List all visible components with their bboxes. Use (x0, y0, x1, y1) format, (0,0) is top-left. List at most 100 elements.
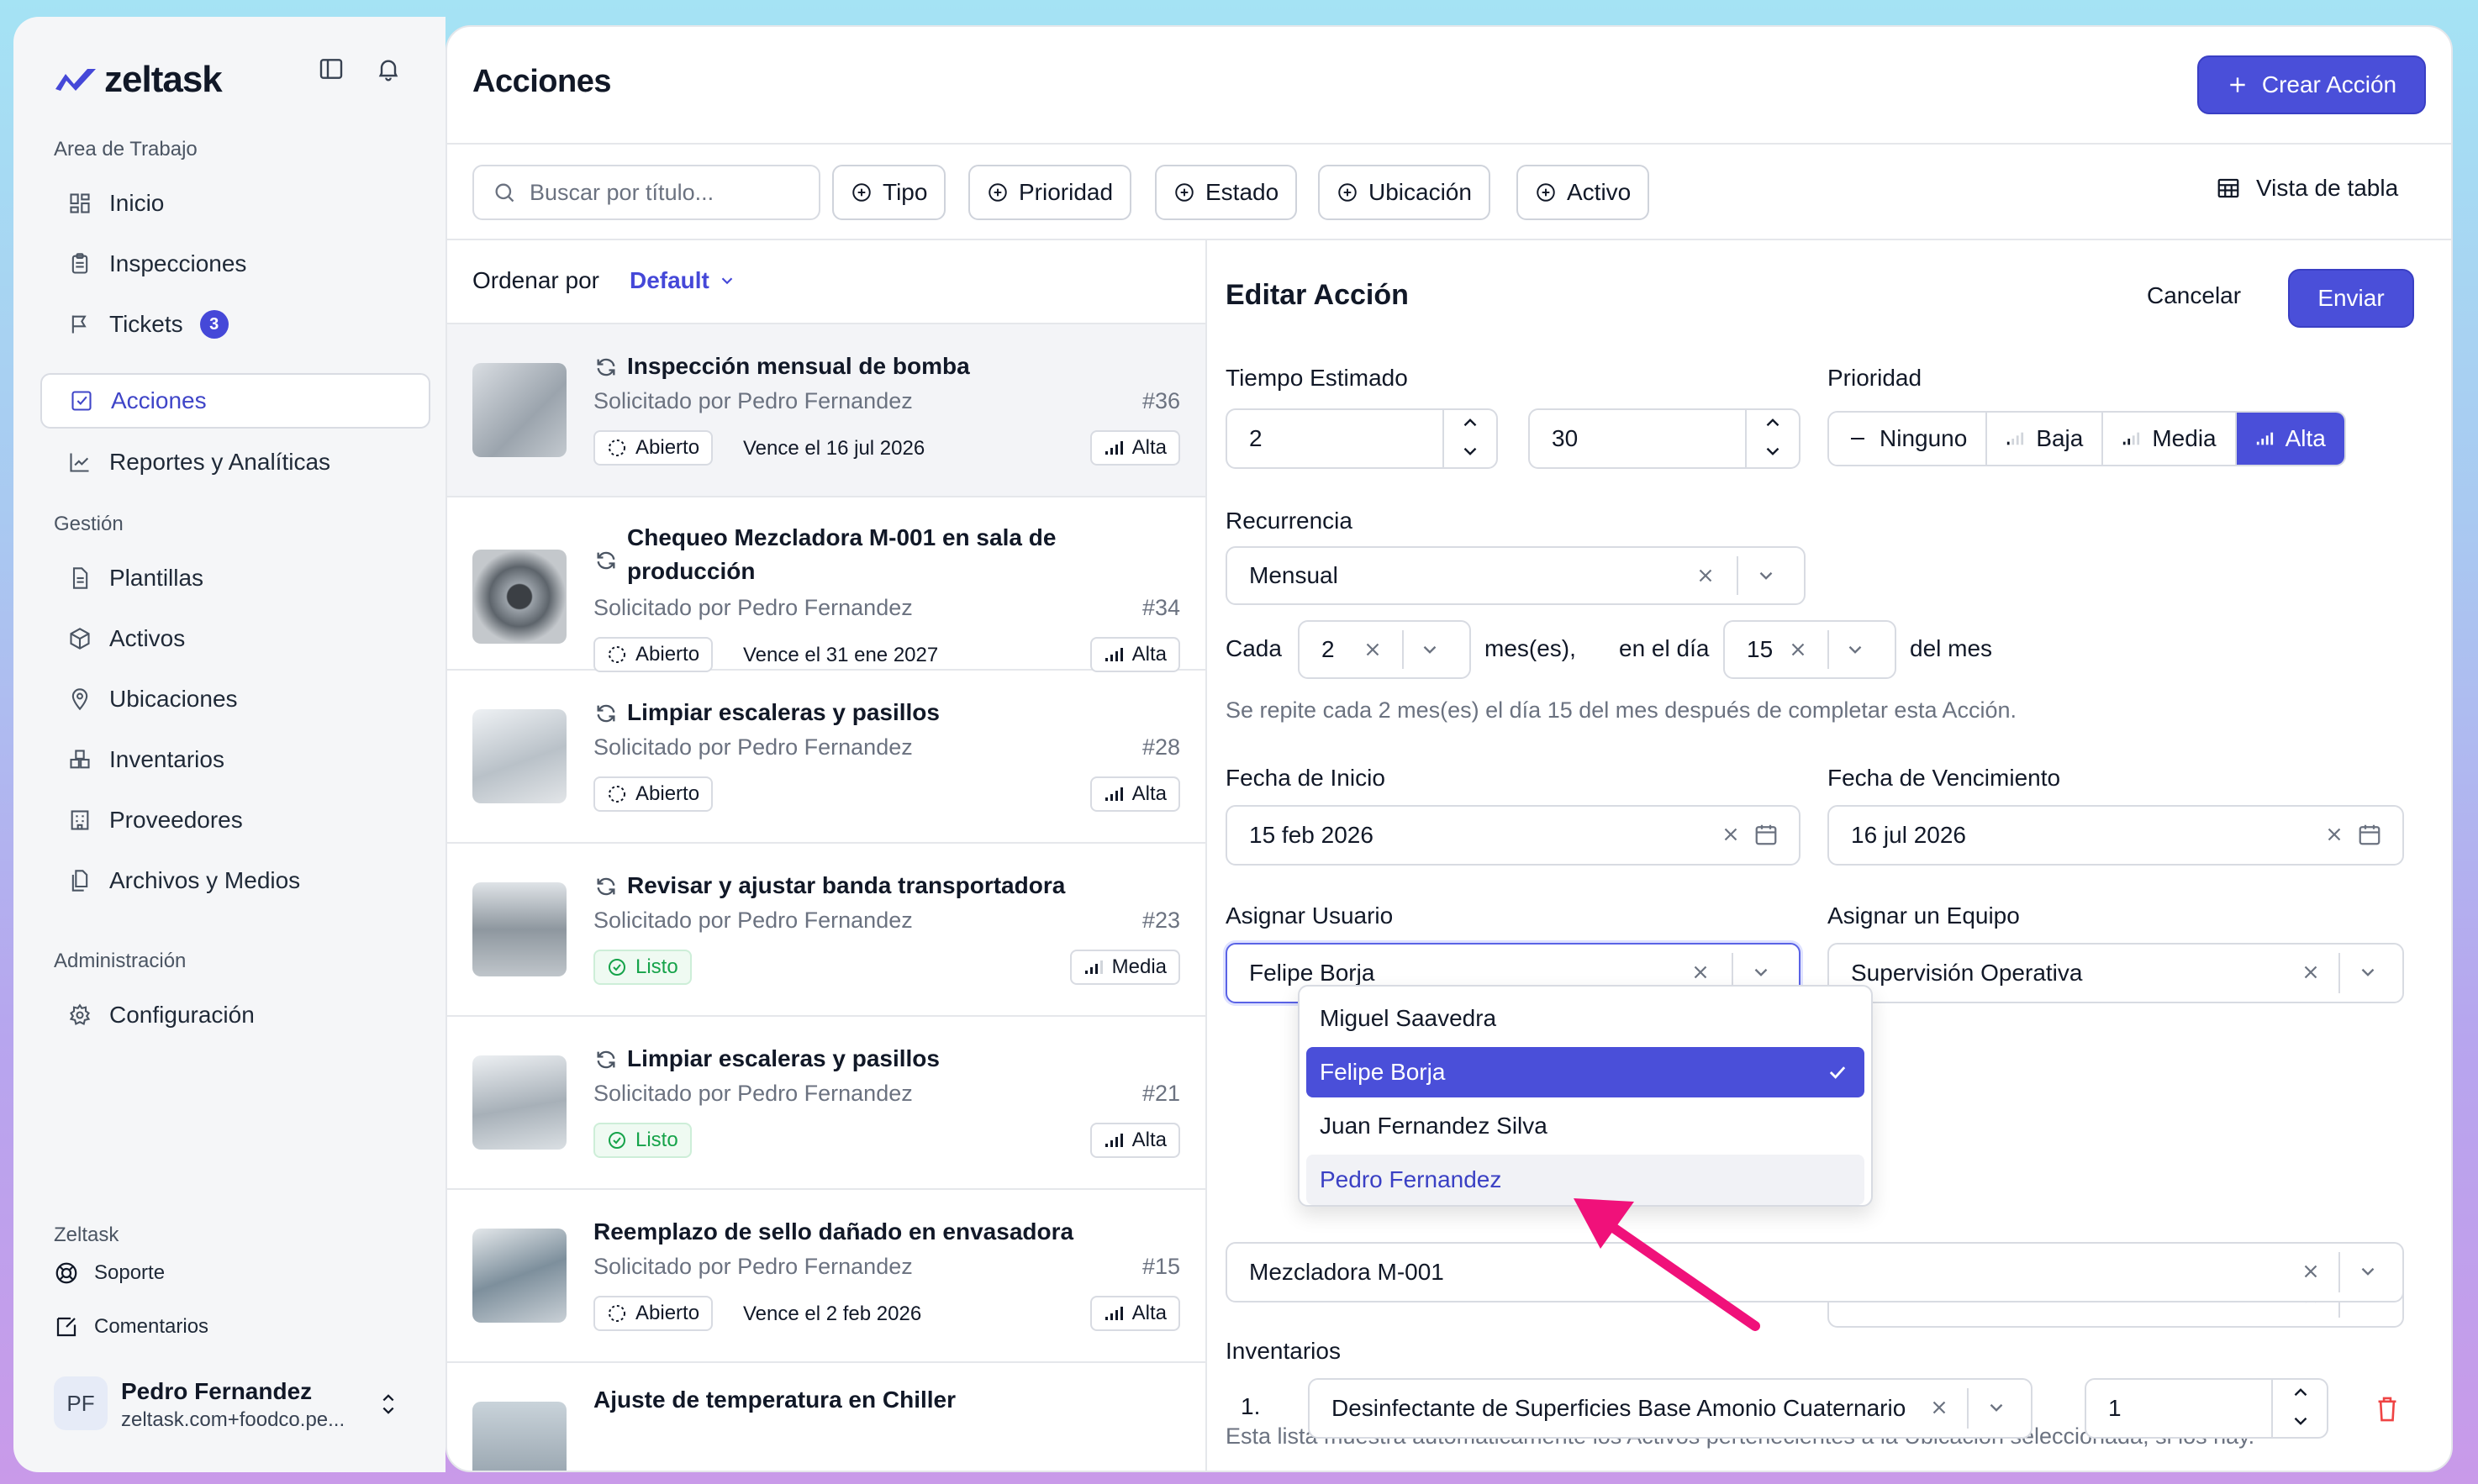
check-square-icon (69, 388, 94, 413)
sidebar-item-configuracion[interactable]: Configuración (40, 988, 430, 1042)
clear-icon[interactable] (1787, 639, 1809, 660)
status-label: Abierto (635, 436, 700, 459)
user-option-juan[interactable]: Juan Fernandez Silva (1306, 1101, 1864, 1151)
sort-select[interactable]: Default (630, 267, 736, 294)
priority-option-alta[interactable]: Alta (2236, 413, 2344, 465)
create-action-button[interactable]: Crear Acción (2197, 55, 2426, 114)
clear-icon[interactable] (1362, 639, 1384, 660)
sidebar-item-ubicaciones[interactable]: Ubicaciones (40, 672, 430, 726)
filter-ubicacion-button[interactable]: Ubicación (1318, 165, 1490, 220)
day-select[interactable]: 15 (1723, 620, 1896, 679)
chevron-up-icon[interactable] (2290, 1381, 2312, 1403)
list-item[interactable]: Reemplazo de sello dañado en envasadora … (447, 1190, 1205, 1363)
status-badge: Abierto (593, 637, 714, 672)
sidebar-item-proveedores[interactable]: Proveedores (40, 793, 430, 847)
inventory-item-select[interactable]: Desinfectante de Superficies Base Amonio… (1308, 1378, 2032, 1439)
due-date-input[interactable]: 16 jul 2026 (1827, 805, 2404, 866)
action-thumbnail (472, 882, 567, 976)
chevron-down-icon[interactable] (1844, 639, 1866, 660)
gear-icon (67, 1002, 92, 1028)
clear-icon[interactable] (2300, 1260, 2322, 1282)
annotation-arrow-icon (1574, 1198, 1760, 1331)
sidebar-item-activos[interactable]: Activos (40, 612, 430, 666)
chevron-up-icon[interactable] (1762, 412, 1784, 434)
qty-stepper[interactable] (2271, 1380, 2327, 1437)
sidebar-item-plantillas[interactable]: Plantillas (40, 551, 430, 605)
table-view-button[interactable]: Vista de tabla (2216, 175, 2398, 202)
trash-icon[interactable] (2374, 1395, 2401, 1423)
submit-button[interactable]: Enviar (2288, 269, 2414, 328)
sidebar-item-tickets[interactable]: Tickets 3 (40, 297, 430, 351)
inventory-index: 1. (1241, 1393, 1261, 1419)
minutes-stepper[interactable] (1745, 410, 1799, 467)
priority-option-baja[interactable]: Baja (1987, 413, 2104, 465)
user-option-miguel[interactable]: Miguel Saavedra (1306, 993, 1864, 1044)
priority-option-media[interactable]: Media (2103, 413, 2237, 465)
user-option-label: Felipe Borja (1320, 1059, 1446, 1085)
clear-icon[interactable] (1720, 824, 1742, 845)
sidebar-item-inventarios[interactable]: Inventarios (40, 733, 430, 787)
create-action-label: Crear Acción (2261, 71, 2397, 97)
chevron-down-icon[interactable] (1419, 639, 1441, 660)
clear-icon[interactable] (2323, 824, 2345, 845)
chevron-down-icon[interactable] (2290, 1410, 2312, 1432)
clear-icon[interactable] (1695, 565, 1716, 587)
sidebar-item-reportes[interactable]: Reportes y Analíticas (40, 435, 430, 489)
feedback-link[interactable]: Comentarios (54, 1314, 208, 1339)
chevron-down-icon[interactable] (2357, 961, 2379, 983)
sidebar-item-inicio[interactable]: Inicio (40, 176, 430, 230)
filter-activo-button[interactable]: Activo (1516, 165, 1650, 220)
action-thumbnail (472, 709, 567, 803)
list-item[interactable]: Inspección mensual de bomba Solicitado p… (447, 324, 1205, 497)
recurrence-select[interactable]: Mensual (1226, 546, 1806, 605)
interval-select[interactable]: 2 (1298, 620, 1471, 679)
start-date-input[interactable]: 15 feb 2026 (1226, 805, 1801, 866)
list-item[interactable]: Limpiar escaleras y pasillos Solicitado … (447, 1017, 1205, 1190)
app-name: zeltask (104, 59, 223, 100)
list-item[interactable]: Revisar y ajustar banda transportadora S… (447, 844, 1205, 1017)
action-thumbnail (472, 1229, 567, 1323)
clear-icon[interactable] (2300, 961, 2322, 983)
clear-icon[interactable] (1690, 961, 1711, 983)
search-input[interactable]: Buscar por título... (472, 165, 820, 220)
cancel-button[interactable]: Cancelar (2147, 282, 2241, 309)
sidebar-item-acciones[interactable]: Acciones (40, 373, 430, 429)
logo[interactable]: zeltask (54, 59, 223, 101)
select-separator (1827, 630, 1829, 669)
asset-select[interactable]: Mezcladora M-001 (1226, 1242, 2404, 1302)
clear-icon[interactable] (1928, 1397, 1950, 1418)
signal-bars-icon (2255, 430, 2274, 447)
hours-stepper[interactable] (1442, 410, 1496, 467)
action-number: #15 (1141, 1254, 1180, 1279)
search-icon (493, 181, 516, 204)
bell-icon[interactable] (375, 55, 402, 82)
user-menu-chevron-icon[interactable] (377, 1390, 400, 1418)
filter-label: Estado (1205, 179, 1279, 205)
calendar-icon[interactable] (2357, 822, 2382, 847)
priority-option-ninguno[interactable]: Ninguno (1829, 413, 1988, 465)
filter-prioridad-button[interactable]: Prioridad (968, 165, 1132, 220)
chevron-up-icon[interactable] (1459, 412, 1481, 434)
grid-icon (67, 191, 92, 216)
chevron-down-icon[interactable] (1755, 565, 1777, 587)
sidebar-item-inspecciones[interactable]: Inspecciones (40, 237, 430, 291)
list-item[interactable]: Ajuste de temperatura en Chiller (447, 1363, 1205, 1471)
list-item[interactable]: Limpiar escaleras y pasillos Solicitado … (447, 671, 1205, 844)
support-link[interactable]: Soporte (54, 1260, 165, 1286)
zeltask-logo-icon (54, 66, 98, 94)
chevron-down-icon[interactable] (1762, 440, 1784, 462)
chevron-down-icon[interactable] (1459, 440, 1481, 462)
user-option-felipe[interactable]: Felipe Borja (1306, 1047, 1864, 1097)
filter-tipo-button[interactable]: Tipo (832, 165, 946, 220)
sidebar-item-archivos[interactable]: Archivos y Medios (40, 854, 430, 908)
calendar-icon[interactable] (1753, 822, 1779, 847)
chevron-down-icon[interactable] (1750, 961, 1772, 983)
filter-label: Prioridad (1019, 179, 1114, 205)
toggle-sidebar-icon[interactable] (318, 55, 345, 82)
list-item[interactable]: Chequeo Mezcladora M-001 en sala de prod… (447, 497, 1205, 672)
filter-estado-button[interactable]: Estado (1155, 165, 1298, 220)
plus-circle-icon (987, 182, 1009, 203)
chevron-down-icon[interactable] (1985, 1397, 2007, 1418)
chevron-down-icon[interactable] (2357, 1260, 2379, 1282)
boxes-icon (67, 747, 92, 772)
